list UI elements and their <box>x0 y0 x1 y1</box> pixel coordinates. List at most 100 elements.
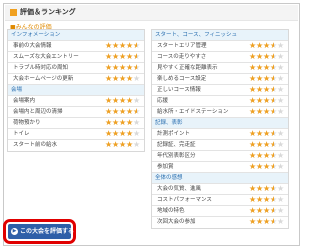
rating-item-label: 見やすく正確な距離表示 <box>157 65 218 71</box>
rating-row: 荷物預かり ★ ★ ★ ★ ★ ★ ★ ★ ★ <box>8 118 144 129</box>
star-icon: ★★ <box>126 63 134 72</box>
star-icon: ★ <box>277 129 285 138</box>
star-icon: ★★ <box>105 118 113 127</box>
star-icon: ★ <box>277 162 285 171</box>
star-icon: ★★ <box>263 162 271 171</box>
rating-row: トイレ ★ ★ ★ ★ ★ ★ ★ ★ ★ <box>8 129 144 140</box>
rating-row: 見やすく正確な距離表示 ★★★★★★★★★ <box>152 63 288 74</box>
star-icon: ★★ <box>119 96 127 105</box>
star-icon: ★★ <box>133 63 141 72</box>
star-icon: ★ <box>277 107 285 116</box>
star-icon: ★★ <box>105 96 113 105</box>
star-icon: ★★ <box>263 140 271 149</box>
star-icon: ★ <box>277 96 285 105</box>
star-icon: ★★ <box>126 96 134 105</box>
star-icon: ★★ <box>263 184 271 193</box>
star-icon: ★★ <box>119 63 127 72</box>
rating-row: 会場案内 ★ ★ ★ ★ ★ ★ ★ ★ ★ <box>8 96 144 107</box>
rating-item-label: スムーズな大会エントリー <box>13 54 79 60</box>
star-icon: ★★ <box>256 74 264 83</box>
rating-item-label: スタート前の給水 <box>13 142 58 148</box>
rating-row: 大会ホームページの更新 ★ ★ ★ ★ ★ ★ ★ ★ ★ <box>8 74 144 85</box>
star-icon: ★ <box>133 140 141 149</box>
rating-item-label: 事前の大会情報 <box>13 43 52 49</box>
rating-row: 事前の大会情報★★★★★★★★★★ <box>8 41 144 52</box>
star-rating: ★★★★★★★★★ <box>249 63 284 73</box>
star-icon: ★★ <box>270 129 278 138</box>
rating-row: 大会の気質、進風★★★★★★★★★ <box>152 184 288 195</box>
star-icon: ★★ <box>263 52 271 61</box>
rating-section-header: 記録、表彰 <box>152 118 288 129</box>
rating-row: 計測ポイント★★★★★★★★★ <box>152 129 288 140</box>
rating-column-left: インフォメーション事前の大会情報★★★★★★★★★★スムーズな大会エントリー★★… <box>7 29 145 152</box>
star-icon: ★★ <box>256 85 264 94</box>
star-icon: ★★ <box>249 162 257 171</box>
star-icon: ★★ <box>105 74 113 83</box>
star-icon: ★★ <box>256 162 264 171</box>
star-icon: ★★ <box>270 195 278 204</box>
star-icon: ★★ <box>263 129 271 138</box>
star-rating: ★★★★★★★★★ <box>249 184 284 194</box>
star-icon: ★★ <box>126 140 134 149</box>
star-icon: ★★ <box>256 107 264 116</box>
star-icon: ★★ <box>270 85 278 94</box>
rating-row: 正しいコース情報★★★★★★★★★ <box>152 85 288 96</box>
rating-section-header: 会場 <box>8 85 144 96</box>
star-icon: ★★ <box>256 151 264 160</box>
star-icon: ★★ <box>270 206 278 215</box>
star-icon: ★★ <box>263 206 271 215</box>
rating-item-label: スタートエリア管理 <box>157 43 207 49</box>
rating-row: 記録証、完走証★★★★★★★★★ <box>152 140 288 151</box>
star-icon: ★★ <box>105 52 113 61</box>
star-icon: ★★ <box>249 195 257 204</box>
rating-item-label: トイレ <box>13 131 30 137</box>
star-icon: ★ <box>133 96 141 105</box>
star-icon: ★★ <box>133 41 141 50</box>
star-icon: ★★ <box>119 107 127 116</box>
star-icon: ★★ <box>112 140 120 149</box>
star-icon: ★ <box>277 184 285 193</box>
panel-title: 評価＆ランキング <box>20 8 76 16</box>
star-icon: ★★ <box>256 129 264 138</box>
rating-item-label: 会場内と周辺の清掃 <box>13 109 63 115</box>
star-rating: ★★★★★★★★★ <box>249 85 284 95</box>
star-rating: ★★★★★★★★★ <box>249 217 284 227</box>
rating-item-label: 給水所・エイドステーション <box>157 109 229 115</box>
header-square-icon <box>10 9 17 16</box>
star-icon: ★★ <box>112 74 120 83</box>
star-icon: ★★ <box>249 184 257 193</box>
evaluate-race-button[interactable]: ▶ この大会を評価する <box>8 224 74 239</box>
star-icon: ★★ <box>263 151 271 160</box>
star-icon: ★★ <box>263 217 271 226</box>
star-icon: ★★ <box>249 41 257 50</box>
star-rating: ★★★★★★★★★ <box>249 162 284 172</box>
star-rating: ★★★★★★★★★ <box>249 41 284 51</box>
star-icon: ★★ <box>133 107 141 116</box>
rating-row: 参加賞★★★★★★★★★ <box>152 162 288 173</box>
star-rating: ★★★★★★★★★ <box>105 129 140 139</box>
panel-header: 評価＆ランキング <box>5 5 298 21</box>
star-icon: ★★ <box>119 41 127 50</box>
rating-column-right: スタート、コース、フィニッシュスタートエリア管理★★★★★★★★★コースの走りや… <box>151 29 289 229</box>
star-icon: ★★ <box>126 52 134 61</box>
star-icon: ★★ <box>249 206 257 215</box>
star-icon: ★★ <box>270 74 278 83</box>
star-rating: ★★★★★★★★★ <box>249 140 284 150</box>
rating-row: コースの走りやすさ★★★★★★★★★ <box>152 52 288 63</box>
star-rating: ★★★★★★★★★ <box>105 74 140 84</box>
star-icon: ★★ <box>112 129 120 138</box>
star-rating: ★★★★★★★★★ <box>249 74 284 84</box>
star-icon: ★ <box>277 85 285 94</box>
star-icon: ★ <box>133 74 141 83</box>
star-icon: ★★ <box>249 52 257 61</box>
rating-item-label: 大会ホームページの更新 <box>13 76 74 82</box>
rating-item-label: トラブル時対応の周知 <box>13 65 69 71</box>
star-icon: ★★ <box>270 63 278 72</box>
star-icon: ★★ <box>249 85 257 94</box>
rating-item-label: コストパフォーマンス <box>157 197 212 203</box>
star-icon: ★ <box>133 129 141 138</box>
star-rating: ★★★★★★★★★ <box>105 118 140 128</box>
rating-item-label: 応援 <box>157 98 169 104</box>
rating-row: スタートエリア管理★★★★★★★★★ <box>152 41 288 52</box>
star-icon: ★★ <box>270 41 278 50</box>
